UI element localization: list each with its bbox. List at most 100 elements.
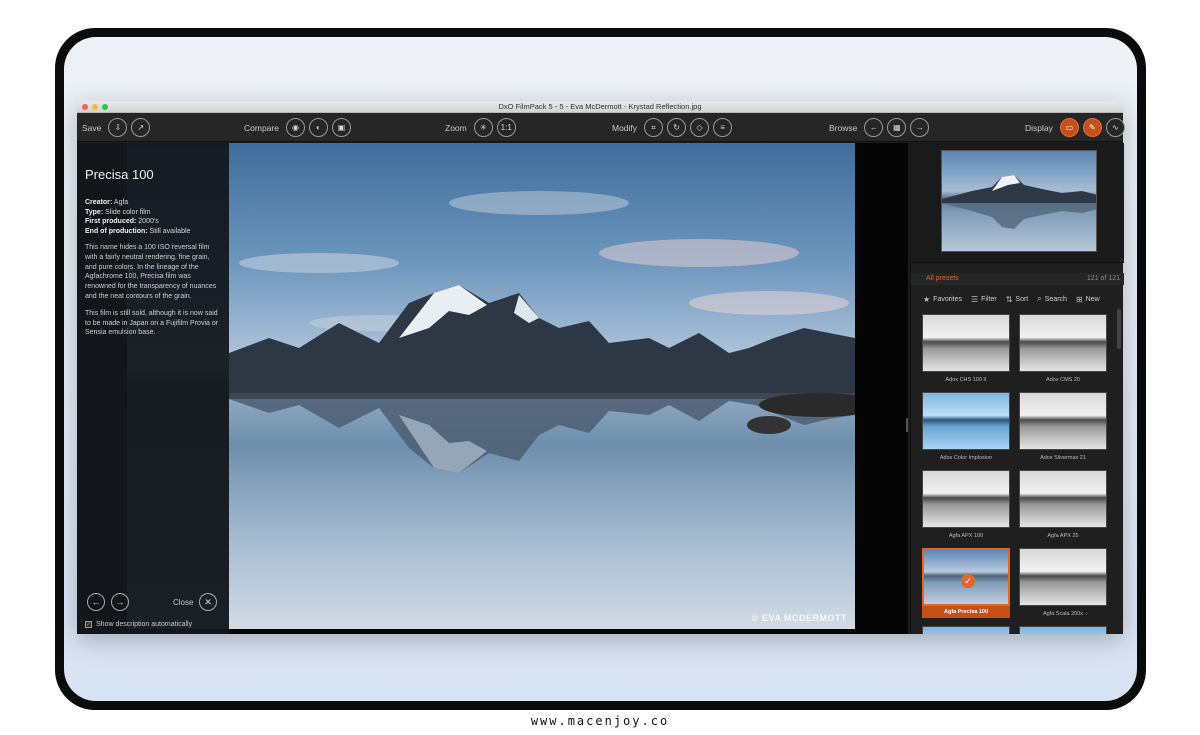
search-button[interactable]: ⌕ Search [1037, 294, 1067, 304]
film-description-1: This name hides a 100 ISO reversal film … [85, 244, 217, 300]
display-group: Display ▭ ✎ ∿ [1025, 117, 1125, 138]
crop-button[interactable]: ⌗ [644, 118, 664, 137]
presets-toolbar: ★ Favorites ☰ Filter ⇅ Sort ⌕ Search ⊞ New [923, 293, 1119, 305]
main-photo: © EVA MCDERMOTT [229, 143, 855, 629]
modify-label: Modify [612, 122, 638, 133]
preview-landscape [942, 175, 1096, 229]
preset-image [922, 392, 1010, 450]
sort-button[interactable]: ⇅ Sort [1006, 295, 1029, 304]
display-histogram-button[interactable]: ∿ [1105, 118, 1125, 137]
search-icon: ⌕ [1037, 294, 1042, 303]
list-icon: ☰ [970, 294, 979, 304]
preset-label: Agfa Precisa 100 [922, 606, 1010, 618]
close-description-button[interactable]: ✕ [199, 593, 217, 611]
search-label: Search [1044, 295, 1067, 303]
creator-value: Agfa [112, 199, 129, 206]
straighten-icon: ◇ [696, 123, 703, 132]
checkmark-icon: ✓ [961, 574, 975, 588]
end-production-label: End of production: [85, 227, 148, 235]
presets-category[interactable]: All presets [926, 273, 959, 285]
main-toolbar: Save ⇩ ↗ Compare ◉ ◐ ▣ Zoom ✳ 1:1 Modify… [77, 113, 1125, 142]
preset-thumb-selected[interactable]: ✓ Agfa Precisa 100 [922, 548, 1010, 622]
description-next-button[interactable]: → [111, 593, 129, 611]
preset-label: Adox Silvermax 21 [1040, 455, 1086, 461]
clouds [239, 191, 849, 331]
adjust-button[interactable]: ≡ [713, 118, 733, 137]
preset-thumb[interactable]: Adox CHS 100 II [922, 314, 1010, 388]
first-produced-label: First produced: [85, 218, 137, 225]
type-label: Type: [85, 208, 104, 216]
presets-header[interactable]: All presets 121 of 121 [911, 273, 1124, 285]
browse-group: Browse ← ▦ → [829, 117, 930, 138]
navigator-thumbnail[interactable] [941, 150, 1097, 252]
creator-label: Creator: [85, 199, 113, 206]
histogram-icon: ∿ [1112, 123, 1119, 132]
monitor-icon: ▭ [1065, 123, 1074, 132]
rock-small [747, 416, 791, 434]
close-label[interactable]: Close [173, 598, 193, 607]
show-description-option[interactable]: ✓ Show description automatically [85, 621, 192, 628]
preset-thumb[interactable]: Agfa APX 25 [1019, 470, 1107, 544]
preset-thumb[interactable] [922, 626, 1010, 634]
preset-image [922, 470, 1010, 528]
show-description-label: Show description automatically [96, 621, 193, 628]
presets-scrollbar[interactable] [1117, 309, 1121, 349]
sliders-icon: ≡ [720, 123, 725, 132]
preset-image: ✓ [922, 548, 1010, 606]
preset-image [1019, 392, 1107, 450]
fit-icon: ✳ [479, 123, 487, 132]
compare-side-button[interactable]: ▣ [331, 118, 351, 137]
browse-grid-button[interactable]: ▦ [887, 118, 907, 137]
compare-eye-button[interactable]: ◉ [285, 118, 305, 137]
type-value: Slide color film [103, 208, 151, 216]
preset-image [922, 626, 1010, 634]
show-description-checkbox[interactable]: ✓ [85, 621, 92, 628]
filter-label: Filter [981, 295, 997, 303]
preset-thumb[interactable]: Adox Color Implosion [922, 392, 1010, 466]
preset-thumb[interactable]: Adox Silvermax 21 [1019, 392, 1107, 466]
side-by-side-icon: ▣ [337, 123, 346, 132]
export-disk-icon: ⇩ [114, 123, 122, 132]
new-preset-icon: ⊞ [1075, 294, 1083, 304]
zoom-100-button[interactable]: 1:1 [496, 118, 516, 137]
zoom-fit-button[interactable]: ✳ [473, 118, 493, 137]
browse-prev-button[interactable]: ← [864, 118, 884, 137]
sort-label: Sort [1015, 295, 1029, 303]
split-icon: ◐ [316, 123, 321, 132]
export-to-disk-button[interactable]: ⇩ [108, 118, 128, 137]
preset-label: Agfa Scala 200x [1042, 611, 1084, 617]
preset-label: Adox CMS 20 [1046, 377, 1080, 383]
preset-label: Adox Color Implosion [939, 455, 993, 461]
display-fullscreen-button[interactable]: ▭ [1059, 118, 1079, 137]
preset-thumb[interactable] [1019, 626, 1107, 634]
compare-split-button[interactable]: ◐ [308, 118, 328, 137]
filter-button[interactable]: ☰ Filter [971, 295, 997, 304]
browse-next-button[interactable]: → [910, 118, 930, 137]
arrow-left-icon: ← [869, 123, 878, 132]
new-label: New [1085, 295, 1100, 303]
panel-resize-handle[interactable] [906, 418, 908, 432]
crop-icon: ⌗ [651, 122, 656, 132]
close-icon: ✕ [204, 596, 212, 607]
display-presets-button[interactable]: ✎ [1082, 118, 1102, 137]
export-app-icon: ↗ [137, 123, 145, 132]
landscape-illustration [229, 191, 855, 473]
preset-thumb[interactable]: Agfa Scala 200x [1019, 548, 1107, 622]
favorites-label: Favorites [933, 295, 962, 303]
preset-image [922, 314, 1010, 372]
preset-label: Agfa APX 25 [1047, 533, 1079, 539]
favorites-button[interactable]: ★ Favorites [923, 295, 962, 304]
film-description-panel: Precisa 100 Creator: Agfa Type: Slide co… [77, 143, 229, 634]
preset-thumb[interactable]: Adox CMS 20 [1019, 314, 1107, 388]
zoom-label: Zoom [445, 122, 467, 133]
straighten-button[interactable]: ◇ [690, 118, 710, 137]
browse-label: Browse [829, 122, 858, 133]
presets-count: 121 of 121 [1086, 275, 1120, 282]
export-to-app-button[interactable]: ↗ [131, 118, 151, 137]
rotate-button[interactable]: ↻ [667, 118, 687, 137]
shoreline [229, 393, 855, 399]
description-prev-button[interactable]: ← [87, 593, 105, 611]
preset-image [1019, 314, 1107, 372]
new-preset-button[interactable]: ⊞ New [1076, 295, 1100, 304]
preset-thumb[interactable]: Agfa APX 100 [922, 470, 1010, 544]
